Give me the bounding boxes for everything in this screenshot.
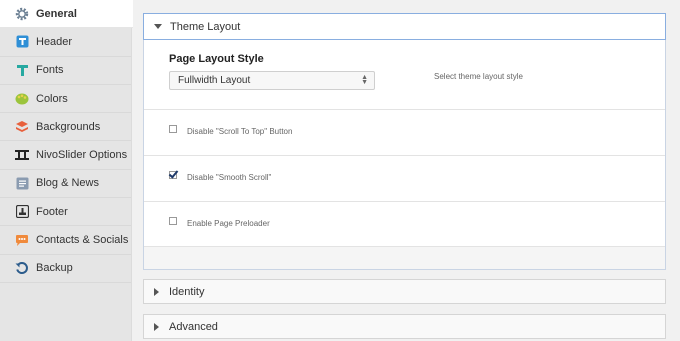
select-value: Fullwidth Layout <box>178 75 251 86</box>
option-label: Disable "Scroll To Top" Button <box>187 127 293 136</box>
sidebar-item-label: Backgrounds <box>36 120 101 133</box>
panel-footer <box>144 246 665 269</box>
sidebar-item-label: Fonts <box>36 64 64 77</box>
option-row-smooth-scroll: Disable "Smooth Scroll" <box>144 156 665 202</box>
layers-icon <box>15 120 29 134</box>
chevron-right-icon <box>154 287 159 296</box>
sidebar-item-label: General <box>36 7 77 20</box>
sidebar-item-backup[interactable]: Backup <box>0 255 131 283</box>
page-layout-select[interactable]: Fullwidth Layout ▲ ▼ <box>169 71 375 90</box>
backup-icon <box>15 261 29 275</box>
option-label: Disable "Smooth Scroll" <box>187 173 272 182</box>
panel-title: Theme Layout <box>170 20 241 33</box>
slider-icon <box>15 148 29 162</box>
sidebar-item-blog-news[interactable]: Blog & News <box>0 170 131 199</box>
sidebar-item-label: Colors <box>36 92 68 105</box>
identity-header[interactable]: Identity <box>144 280 665 303</box>
chevron-down-icon <box>154 24 162 29</box>
chat-icon <box>15 233 29 247</box>
sidebar-item-fonts[interactable]: Fonts <box>0 57 131 85</box>
sidebar-item-contacts-socials[interactable]: Contacts & Socials <box>0 226 131 255</box>
theme-layout-header[interactable]: Theme Layout <box>143 13 666 40</box>
sidebar-item-label: Contacts & Socials <box>36 234 129 247</box>
sidebar-item-label: NivoSlider Options <box>36 149 128 162</box>
sidebar-item-general[interactable]: General <box>0 0 133 29</box>
option-row-scroll-to-top: Disable "Scroll To Top" Button <box>144 110 665 156</box>
color-palette-icon <box>15 92 29 106</box>
header-icon <box>15 35 29 49</box>
font-icon <box>15 63 29 77</box>
page-layout-title: Page Layout Style <box>169 53 264 65</box>
identity-panel: Identity <box>143 279 666 304</box>
sidebar-item-label: Footer <box>36 205 68 218</box>
sidebar-item-backgrounds[interactable]: Backgrounds <box>0 113 131 142</box>
page-layout-hint: Select theme layout style <box>434 72 523 81</box>
sidebar-item-footer[interactable]: Footer <box>0 198 131 227</box>
select-arrows-icon: ▲ ▼ <box>361 74 368 86</box>
option-row-page-preloader: Enable Page Preloader <box>144 202 665 228</box>
document-icon <box>15 176 29 190</box>
chevron-right-icon <box>154 322 159 331</box>
sidebar-item-label: Backup <box>36 262 73 275</box>
sidebar-item-colors[interactable]: Colors <box>0 85 131 114</box>
sidebar-item-header[interactable]: Header <box>0 28 131 57</box>
scroll-to-top-checkbox[interactable] <box>169 125 177 133</box>
sidebar-item-nivoslider-options[interactable]: NivoSlider Options <box>0 141 131 170</box>
panel-title: Identity <box>169 285 205 298</box>
main-content: Theme Layout Page Layout Style Fullwidth… <box>133 0 680 341</box>
sidebar: General Header Fonts Colors Backgrounds … <box>0 0 133 341</box>
option-label: Enable Page Preloader <box>187 219 270 228</box>
page-preloader-checkbox[interactable] <box>169 217 177 225</box>
sidebar-item-label: Header <box>36 35 73 48</box>
advanced-panel: Advanced <box>143 314 666 339</box>
smooth-scroll-checkbox[interactable] <box>169 171 177 179</box>
sidebar-item-label: Blog & News <box>36 177 99 190</box>
footer-icon <box>15 205 29 219</box>
gear-icon <box>15 7 29 21</box>
advanced-header[interactable]: Advanced <box>144 315 665 338</box>
panel-title: Advanced <box>169 320 218 333</box>
theme-layout-panel: Theme Layout Page Layout Style Fullwidth… <box>143 13 666 270</box>
page-layout-section: Page Layout Style Fullwidth Layout ▲ ▼ Se… <box>144 39 665 110</box>
